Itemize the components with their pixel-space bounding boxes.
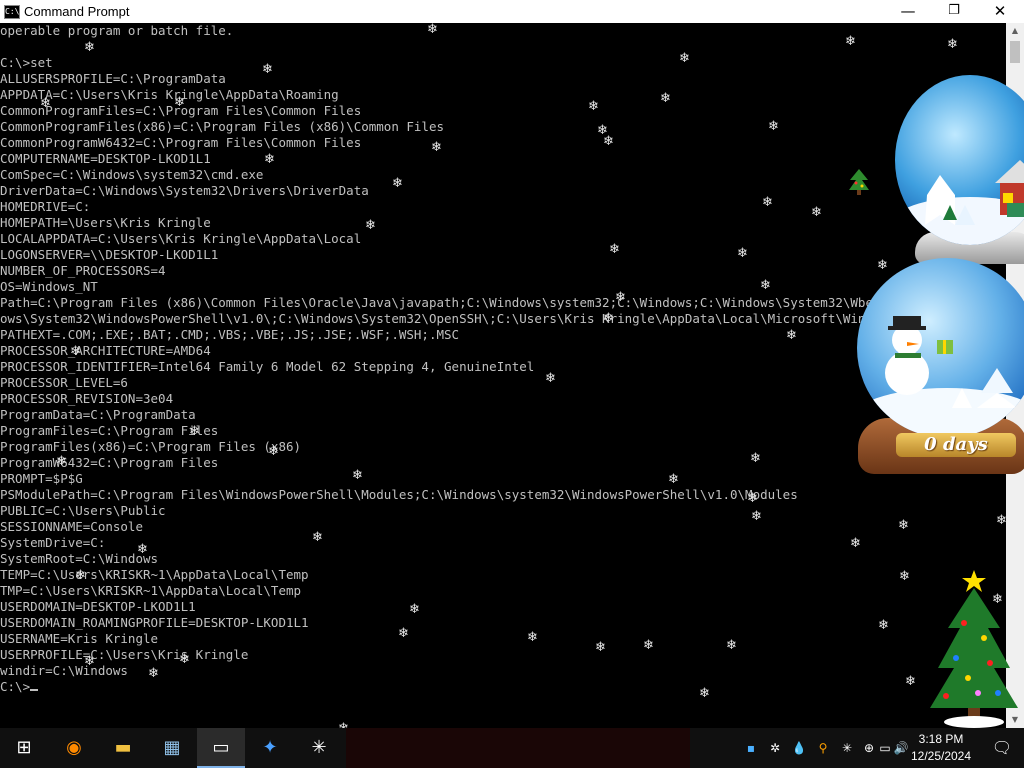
snow-globe-snowman	[857, 258, 1024, 438]
command-prompt-icon: C:\	[4, 5, 20, 19]
file-explorer-taskbar-button[interactable]: ▬	[99, 728, 147, 768]
snowflake-taskbar-button[interactable]: ✳	[295, 728, 343, 768]
minimize-button[interactable]: —	[885, 0, 931, 23]
tray-snowflake-icon[interactable]: ✳	[836, 728, 858, 768]
firefox-icon: ◉	[66, 737, 82, 758]
scroll-up-arrow-icon[interactable]: ▲	[1006, 23, 1024, 39]
taskbar-wallpaper-strip	[346, 728, 690, 768]
text-cursor	[30, 689, 39, 691]
notification-center-icon[interactable]: 🗨	[982, 728, 1022, 768]
christmas-tree-icon	[928, 568, 1020, 728]
console-text: operable program or batch file. C:\>set …	[0, 23, 1006, 678]
tray-drop-icon[interactable]: 💧	[788, 728, 810, 768]
maximize-button[interactable]: ❐	[931, 0, 977, 23]
command-prompt-taskbar-button[interactable]: ▭	[197, 728, 245, 768]
folder-icon: ▬	[114, 737, 132, 758]
clock-date: 12/25/2024	[910, 749, 972, 763]
terminal-icon: ▭	[212, 737, 230, 758]
window-title-bar[interactable]: C:\ Command Prompt — ❐ ✕	[0, 0, 1024, 24]
command-prompt-line: C:\>	[0, 679, 31, 694]
clock-time: 3:18 PM	[918, 732, 964, 746]
tray-network-snow-icon[interactable]: ✲	[764, 728, 786, 768]
taskbar: ⊞ ◉ ▬ ▦ ▭ ✦ ✳ ▪ ✲ 💧 ⚲ ✳ ⊕ ▭ 🔊 3:18 PM 12…	[0, 728, 1024, 768]
windows-logo-icon: ⊞	[16, 737, 32, 758]
window-title: Command Prompt	[24, 4, 130, 19]
console-output-area[interactable]: operable program or batch file. C:\>set …	[0, 23, 1006, 728]
firefox-taskbar-button[interactable]: ◉	[50, 728, 98, 768]
control-panel-taskbar-button[interactable]: ▦	[148, 728, 196, 768]
taskbar-clock[interactable]: 3:18 PM 12/25/2024	[904, 731, 978, 765]
christmas-countdown-label: 0 days	[896, 433, 1016, 457]
close-button[interactable]: ✕	[977, 0, 1023, 23]
start-button[interactable]: ⊞	[0, 728, 48, 768]
tray-app-icon[interactable]: ▪	[740, 728, 762, 768]
control-panel-icon: ▦	[163, 737, 181, 758]
tray-search-icon[interactable]: ⚲	[812, 728, 834, 768]
scrollbar-thumb[interactable]	[1010, 41, 1020, 63]
snowflake-icon: ✳	[311, 737, 327, 758]
app-taskbar-button[interactable]: ✦	[246, 728, 294, 768]
small-christmas-tree-icon	[848, 168, 870, 196]
app-icon: ✦	[262, 737, 278, 758]
